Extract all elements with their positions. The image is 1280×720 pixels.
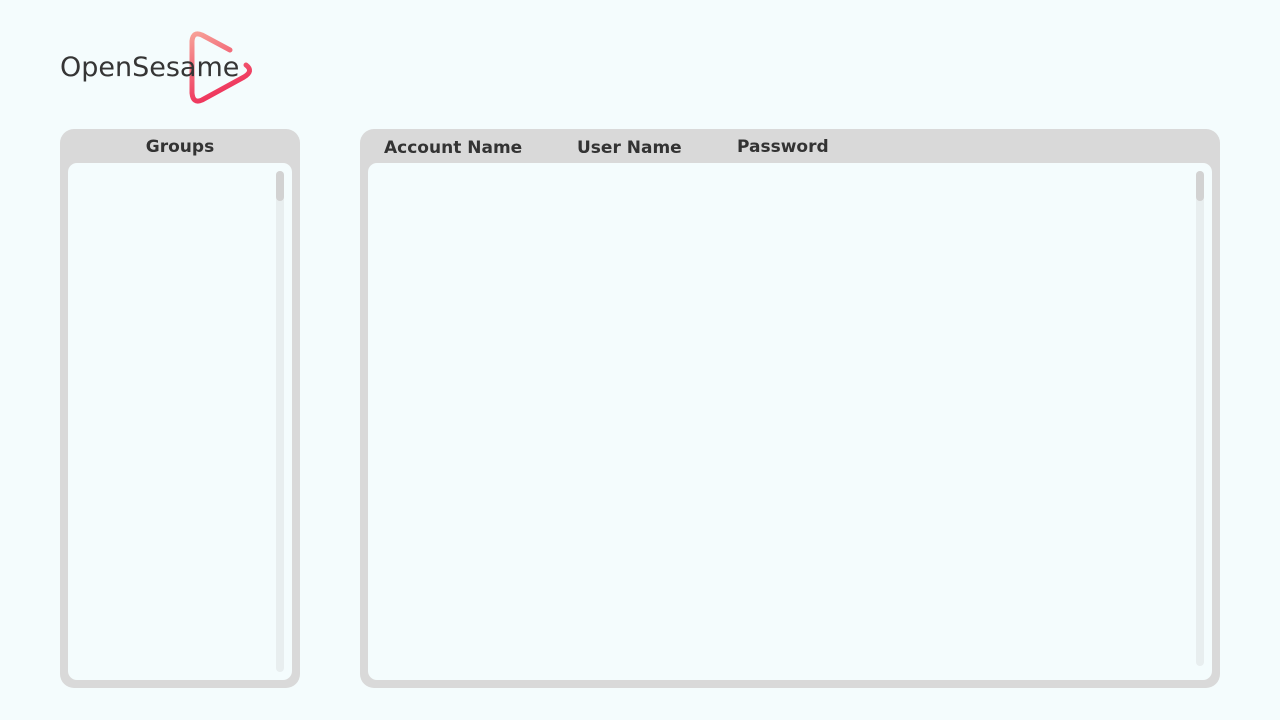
accounts-panel: Account Name User Name Password bbox=[360, 129, 1220, 688]
accounts-scrollbar-thumb[interactable] bbox=[1196, 171, 1204, 201]
groups-scrollbar-thumb[interactable] bbox=[276, 171, 284, 201]
column-header-password[interactable]: Password bbox=[737, 137, 829, 157]
groups-scrollbar[interactable] bbox=[276, 171, 284, 672]
groups-list[interactable] bbox=[68, 163, 292, 680]
app-logo: OpenSesame bbox=[60, 30, 260, 108]
column-header-user-name[interactable]: User Name bbox=[577, 138, 682, 158]
accounts-scrollbar[interactable] bbox=[1196, 171, 1204, 666]
groups-title: Groups bbox=[145, 137, 215, 157]
groups-panel: Groups bbox=[60, 129, 300, 688]
column-header-account-name[interactable]: Account Name bbox=[384, 138, 522, 158]
accounts-table[interactable] bbox=[368, 163, 1212, 680]
logo-text: OpenSesame bbox=[60, 52, 240, 83]
